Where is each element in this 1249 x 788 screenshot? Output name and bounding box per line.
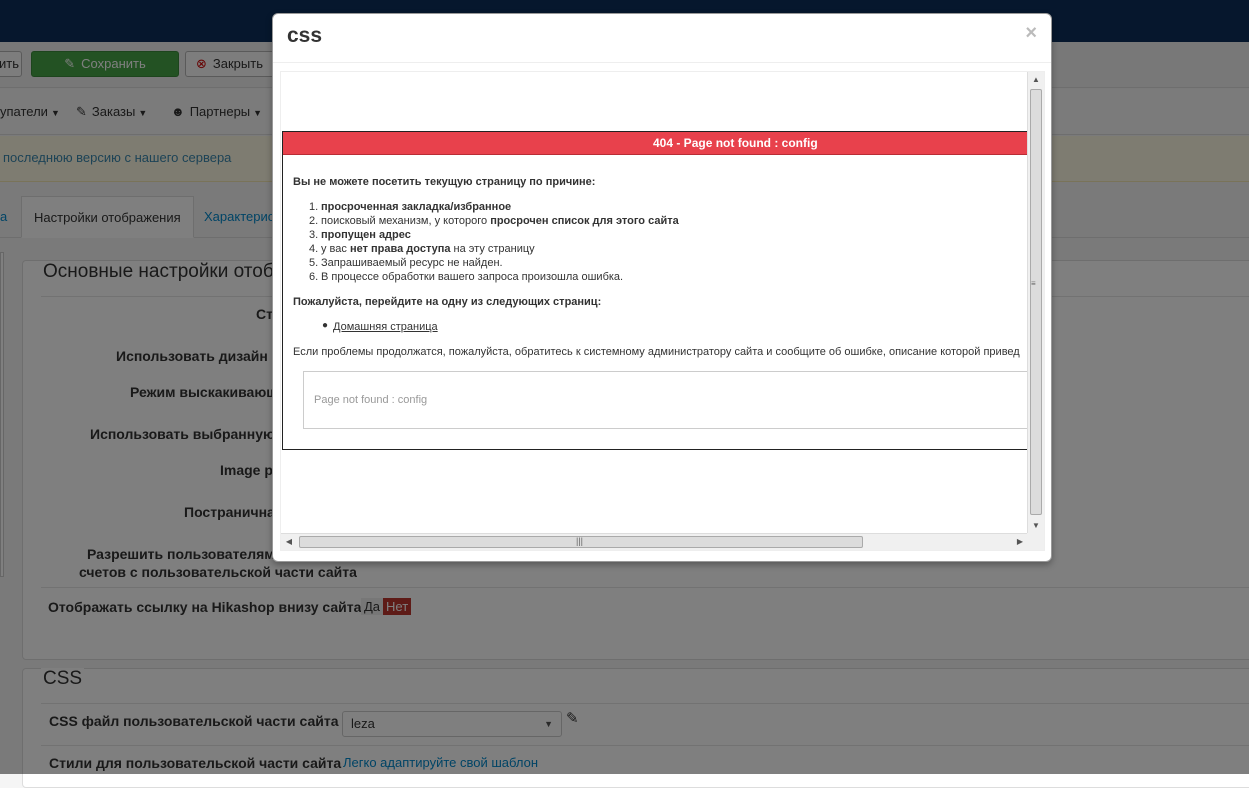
modal-title: css [287,24,323,47]
error-contact-text: Если проблемы продолжатся, пожалуйста, о… [293,346,1020,358]
close-icon[interactable]: × [1025,23,1037,43]
error-goto-heading: Пожалуйста, перейдите на одну из следующ… [293,296,602,308]
error-reason-list: 1. просроченная закладка/избранное 2. поис… [309,200,679,284]
vertical-scroll-thumb[interactable] [1030,89,1042,515]
error-reason-item: 6. В процессе обработки вашего запроса пр… [309,271,624,283]
error-title-bar: 404 - Page not found : config [283,132,1028,155]
scroll-left-arrow-icon[interactable]: ◀ [281,534,297,550]
modal-header: css × [273,14,1051,63]
scroll-up-arrow-icon[interactable]: ▲ [1028,72,1044,88]
iframe-viewport: 404 - Page not found : config Вы не може… [281,72,1028,534]
scroll-right-arrow-icon[interactable]: ▶ [1012,534,1028,550]
error-reason-item: 2. поисковый механизм, у которого просроч… [309,215,679,227]
error-reason-item: 4. у вас нет права доступа на эту страниц… [309,243,535,255]
error-reason-heading: Вы не можете посетить текущую страницу п… [293,176,596,188]
scrollbar-corner [1027,533,1044,550]
home-page-link[interactable]: Домашняя страница [333,321,438,333]
error-reason-item: 3. пропущен адрес [309,229,411,241]
error-reason-item: 5. Запрашиваемый ресурс не найден. [309,257,503,269]
error-message-box: Page not found : config [303,371,1028,429]
grip-icon: ||| [576,536,584,546]
error-page: 404 - Page not found : config Вы не може… [282,131,1028,450]
grip-icon: ≡ [1031,279,1036,288]
horizontal-scroll-thumb[interactable]: ||| [299,536,863,548]
horizontal-scrollbar[interactable]: ◀ ||| ▶ [281,533,1028,550]
error-message: Page not found : config [314,394,428,406]
css-modal: css × 404 - Page not found : config Вы н… [272,13,1052,562]
modal-iframe: 404 - Page not found : config Вы не може… [280,71,1045,551]
bullet-icon: ● [322,320,329,331]
scroll-down-arrow-icon[interactable]: ▼ [1028,518,1044,534]
vertical-scrollbar[interactable]: ▲ ≡ ▼ [1027,72,1044,534]
error-reason-item: 1. просроченная закладка/избранное [309,201,512,213]
error-title: 404 - Page not found : config [653,136,818,150]
